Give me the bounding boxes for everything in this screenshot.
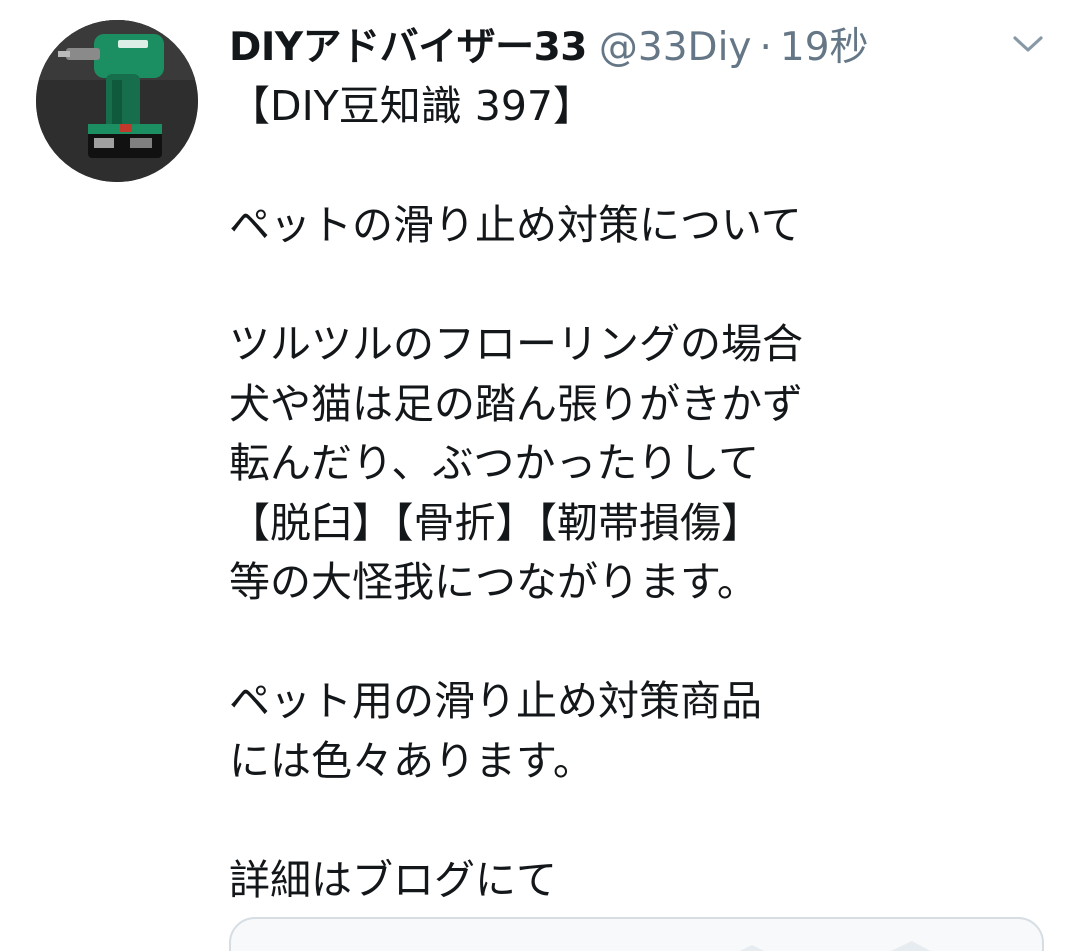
image-placeholder-icon (739, 941, 931, 951)
tweet[interactable]: DIYアドバイザー33 @33Diy · 19秒 【DIY豆知識 397】 ペッ… (0, 0, 1080, 951)
link-card[interactable] (229, 917, 1044, 951)
impact-driver-photo (36, 20, 198, 182)
separator: · (759, 25, 772, 70)
timestamp[interactable]: 19秒 (780, 16, 869, 72)
display-name[interactable]: DIYアドバイザー33 (229, 16, 587, 72)
tweet-header: DIYアドバイザー33 @33Diy · 19秒 (229, 16, 869, 72)
user-handle[interactable]: @33Diy (599, 25, 752, 70)
tweet-text: 【DIY豆知識 397】 ペットの滑り止め対策について ツルツルのフローリングの… (229, 82, 803, 904)
chevron-down-icon[interactable] (1012, 30, 1044, 58)
avatar[interactable] (36, 20, 198, 182)
